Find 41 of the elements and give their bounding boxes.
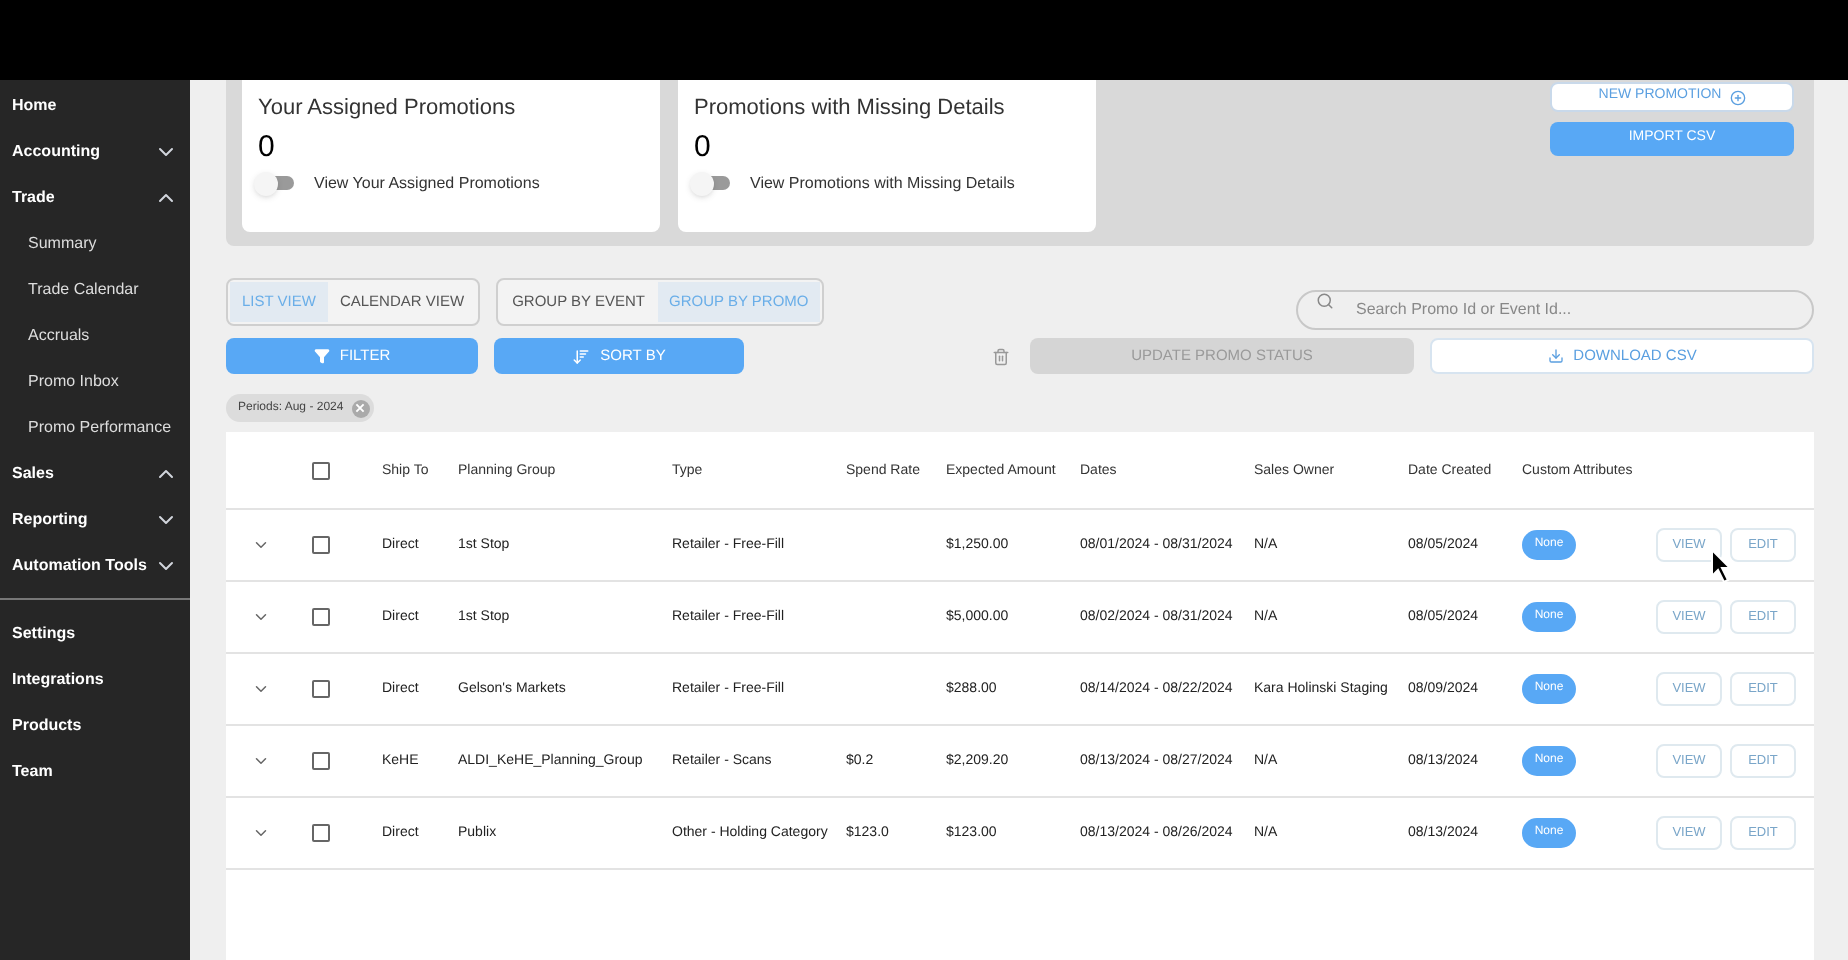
toggle-label: View Promotions with Missing Details — [750, 171, 1015, 195]
expand-icon[interactable] — [252, 680, 270, 698]
expand-icon[interactable] — [252, 536, 270, 554]
select-all-checkbox[interactable] — [312, 461, 330, 479]
sidebar-subitem[interactable]: Trade Calendar — [0, 266, 190, 312]
row-checkbox[interactable] — [312, 752, 330, 770]
cursor-icon — [1710, 548, 1734, 584]
sidebar-item[interactable]: Reporting — [0, 496, 190, 542]
toggle-switch[interactable] — [258, 173, 298, 193]
sidebar-item[interactable]: Sales — [0, 450, 190, 496]
sidebar-item[interactable]: Integrations — [0, 656, 190, 702]
plus-icon — [1729, 89, 1746, 105]
toggle-label: View Your Assigned Promotions — [314, 171, 540, 195]
expand-icon[interactable] — [252, 824, 270, 842]
sidebar-subitem[interactable]: Accruals — [0, 312, 190, 358]
download-icon — [1547, 348, 1564, 364]
row-checkbox[interactable] — [312, 680, 330, 698]
expand-icon[interactable] — [252, 608, 270, 626]
sidebar-subitem[interactable]: Summary — [0, 220, 190, 266]
funnel-icon — [313, 348, 330, 364]
sidebar-item[interactable]: Home — [0, 82, 190, 128]
sort-icon — [572, 347, 591, 365]
sidebar-item[interactable]: Automation Tools — [0, 542, 190, 588]
sidebar-subitem[interactable]: Promo Inbox — [0, 358, 190, 404]
sidebar-subitem[interactable]: Promo Performance — [0, 404, 190, 450]
sidebar-item[interactable]: Trade — [0, 174, 190, 220]
sidebar-item[interactable]: Products — [0, 702, 190, 748]
row-checkbox[interactable] — [312, 824, 330, 842]
card-count: 0 — [258, 131, 277, 161]
search-field[interactable]: Search Promo Id or Event Id... — [1296, 289, 1814, 329]
sidebar-item[interactable]: Settings — [0, 610, 190, 656]
card-title: Your Assigned Promotions — [258, 94, 518, 124]
sidebar-item[interactable]: Accounting — [0, 128, 190, 174]
search-icon — [1316, 292, 1334, 310]
card-title: Promotions with Missing Details — [694, 94, 1007, 124]
row-checkbox[interactable] — [312, 608, 330, 626]
row-checkbox[interactable] — [312, 536, 330, 554]
expand-icon[interactable] — [252, 752, 270, 770]
toggle-switch[interactable] — [694, 173, 734, 193]
card-count: 0 — [694, 131, 713, 161]
sidebar-item[interactable]: Team — [0, 748, 190, 794]
